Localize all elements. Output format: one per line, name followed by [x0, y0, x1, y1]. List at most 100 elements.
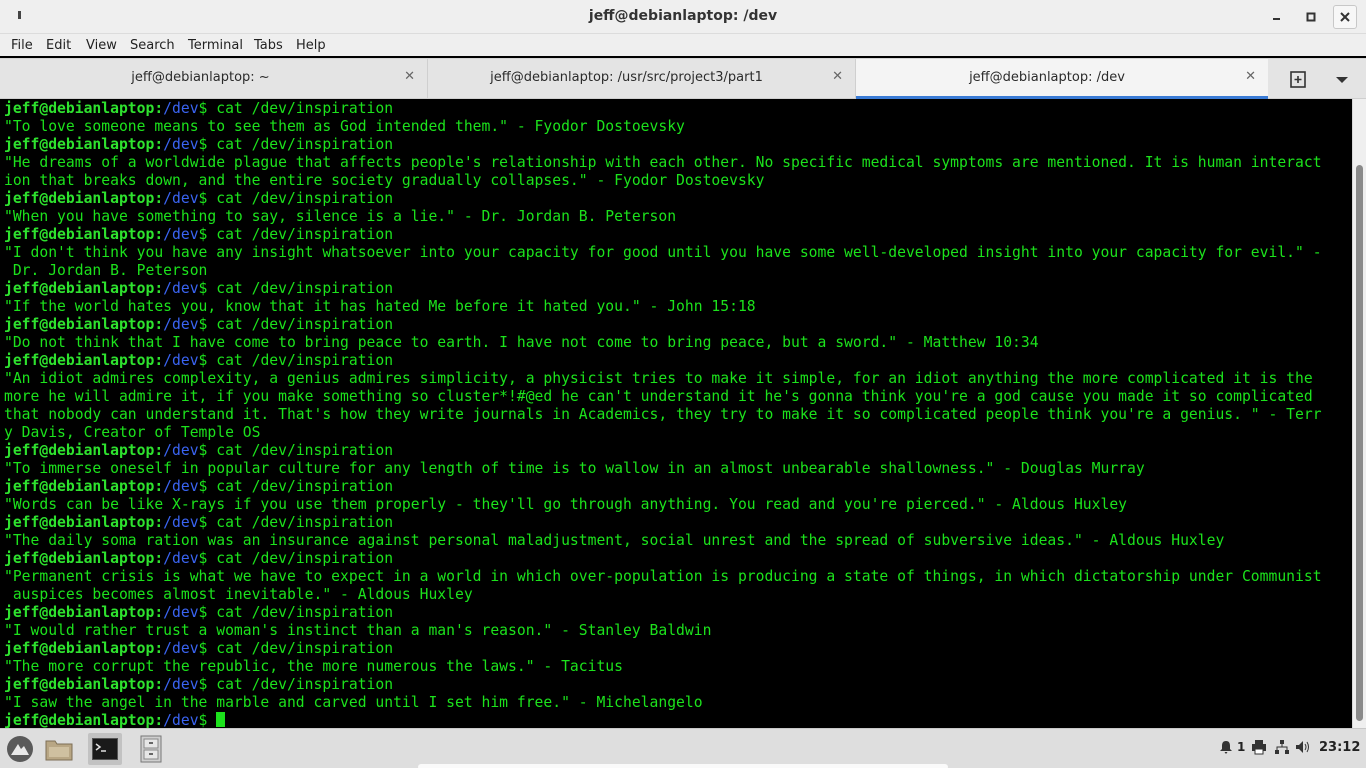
terminal-view[interactable]: jeff@debianlaptop:/dev$ cat /dev/inspira…	[0, 99, 1352, 728]
notifications-button[interactable]	[1218, 739, 1234, 758]
prompt-user: jeff@debianlaptop	[4, 226, 155, 243]
command-text: cat /dev/inspiration	[207, 514, 394, 531]
prompt-separator: :	[154, 478, 164, 495]
scrollbar-thumb[interactable]	[1356, 165, 1363, 721]
output-line: auspices becomes almost inevitable." - A…	[4, 586, 473, 603]
menu-view[interactable]: View	[86, 38, 117, 53]
new-tab-button[interactable]	[1286, 69, 1312, 91]
network-button[interactable]	[1274, 739, 1290, 758]
terminal-output: jeff@debianlaptop:/dev$ cat /dev/inspira…	[4, 100, 1348, 728]
prompt-user: jeff@debianlaptop	[4, 316, 155, 333]
output-line: "Do not think that I have come to bring …	[4, 334, 1039, 351]
archive-button[interactable]	[134, 733, 168, 765]
prompt-separator: :	[154, 550, 164, 567]
prompt-separator: :	[154, 442, 164, 459]
prompt-separator: :	[154, 100, 164, 117]
prompt-path: /dev	[163, 640, 199, 657]
prompt-user: jeff@debianlaptop	[4, 604, 155, 621]
command-text: cat /dev/inspiration	[207, 352, 394, 369]
tab-close-icon[interactable]: ✕	[1245, 69, 1256, 84]
command-text: cat /dev/inspiration	[207, 316, 394, 333]
menu-file[interactable]: File	[11, 38, 33, 53]
command-text: cat /dev/inspiration	[207, 604, 394, 621]
volume-button[interactable]	[1295, 739, 1311, 758]
tab-list-button[interactable]	[1332, 72, 1352, 88]
tab-dev[interactable]: jeff@debianlaptop: /dev ✕	[856, 59, 1268, 99]
printer-icon	[1252, 740, 1266, 755]
tab-home[interactable]: jeff@debianlaptop: ~ ✕	[4, 59, 428, 99]
menu-tabs[interactable]: Tabs	[254, 38, 283, 53]
prompt-path: /dev	[163, 280, 199, 297]
prompt-user: jeff@debianlaptop	[4, 550, 155, 567]
menu-edit[interactable]: Edit	[46, 38, 71, 53]
command-text: cat /dev/inspiration	[207, 550, 394, 567]
title-bar[interactable]: jeff@debianlaptop: /dev	[0, 0, 1366, 34]
prompt-user: jeff@debianlaptop	[4, 712, 155, 728]
prompt-line: jeff@debianlaptop:/dev$ cat /dev/inspira…	[4, 190, 1348, 208]
prompt-line: jeff@debianlaptop:/dev$ cat /dev/inspira…	[4, 100, 1348, 118]
menu-search[interactable]: Search	[130, 38, 175, 53]
notification-count: 1	[1237, 740, 1246, 754]
prompt-user: jeff@debianlaptop	[4, 442, 155, 459]
prompt-separator: :	[154, 280, 164, 297]
network-icon	[1275, 740, 1289, 754]
output-line: "The more corrupt the republic, the more…	[4, 658, 623, 675]
maximize-button[interactable]	[1299, 5, 1323, 29]
prompt-user: jeff@debianlaptop	[4, 676, 155, 693]
terminal-taskbar-button[interactable]	[88, 733, 122, 765]
prompt-user: jeff@debianlaptop	[4, 136, 155, 153]
output-line: "I don't think you have any insight what…	[4, 244, 1322, 261]
menu-bar: File Edit View Search Terminal Tabs Help	[0, 34, 1366, 56]
prompt-user: jeff@debianlaptop	[4, 190, 155, 207]
prompt-path: /dev	[163, 352, 199, 369]
command-text: cat /dev/inspiration	[207, 226, 394, 243]
output-line: "To love someone means to see them as Go…	[4, 118, 685, 135]
prompt-path: /dev	[163, 226, 199, 243]
prompt-path: /dev	[163, 676, 199, 693]
prompt-path: /dev	[163, 604, 199, 621]
prompt-separator: :	[154, 640, 164, 657]
app-menu-button[interactable]	[3, 733, 37, 765]
menu-help[interactable]: Help	[296, 38, 326, 53]
tab-close-icon[interactable]: ✕	[832, 69, 843, 84]
prompt-separator: :	[154, 604, 164, 621]
tab-project3[interactable]: jeff@debianlaptop: /usr/src/project3/par…	[428, 59, 856, 99]
command-text: cat /dev/inspiration	[207, 640, 394, 657]
close-button[interactable]	[1333, 5, 1357, 29]
printer-button[interactable]	[1251, 739, 1267, 758]
prompt-separator: :	[154, 316, 164, 333]
prompt-path: /dev	[163, 100, 199, 117]
output-line: Dr. Jordan B. Peterson	[4, 262, 208, 279]
minimize-button[interactable]	[1265, 5, 1289, 29]
output-line: more he will admire it, if you make some…	[4, 388, 1313, 405]
volume-icon	[1296, 741, 1309, 753]
prompt-path: /dev	[163, 316, 199, 333]
output-line: "The daily soma ration was an insurance …	[4, 532, 1225, 549]
taskbar: 1 23:12	[0, 728, 1366, 768]
output-line: "If the world hates you, know that it ha…	[4, 298, 756, 315]
prompt-user: jeff@debianlaptop	[4, 352, 155, 369]
command-text	[207, 712, 216, 728]
file-manager-button[interactable]	[42, 733, 76, 765]
output-line: that nobody can understand it. That's ho…	[4, 406, 1322, 423]
bell-icon	[1220, 741, 1232, 754]
prompt-user: jeff@debianlaptop	[4, 514, 155, 531]
system-tray: 1 23:12	[1218, 739, 1360, 759]
prompt-separator: :	[154, 190, 164, 207]
panel-handle	[418, 764, 948, 768]
output-line: "Permanent crisis is what we have to exp…	[4, 568, 1322, 585]
menu-terminal[interactable]: Terminal	[188, 38, 243, 53]
prompt-user: jeff@debianlaptop	[4, 478, 155, 495]
clock[interactable]: 23:12	[1319, 740, 1360, 755]
scrollbar[interactable]	[1352, 99, 1366, 728]
text-cursor	[216, 712, 226, 727]
command-text: cat /dev/inspiration	[207, 442, 394, 459]
command-text: cat /dev/inspiration	[207, 136, 394, 153]
prompt-separator: :	[154, 226, 164, 243]
prompt-line: jeff@debianlaptop:/dev$ cat /dev/inspira…	[4, 676, 1348, 694]
prompt-line: jeff@debianlaptop:/dev$	[4, 712, 1348, 728]
prompt-path: /dev	[163, 478, 199, 495]
close-icon	[1340, 12, 1350, 22]
prompt-separator: :	[154, 352, 164, 369]
tab-close-icon[interactable]: ✕	[404, 69, 415, 84]
